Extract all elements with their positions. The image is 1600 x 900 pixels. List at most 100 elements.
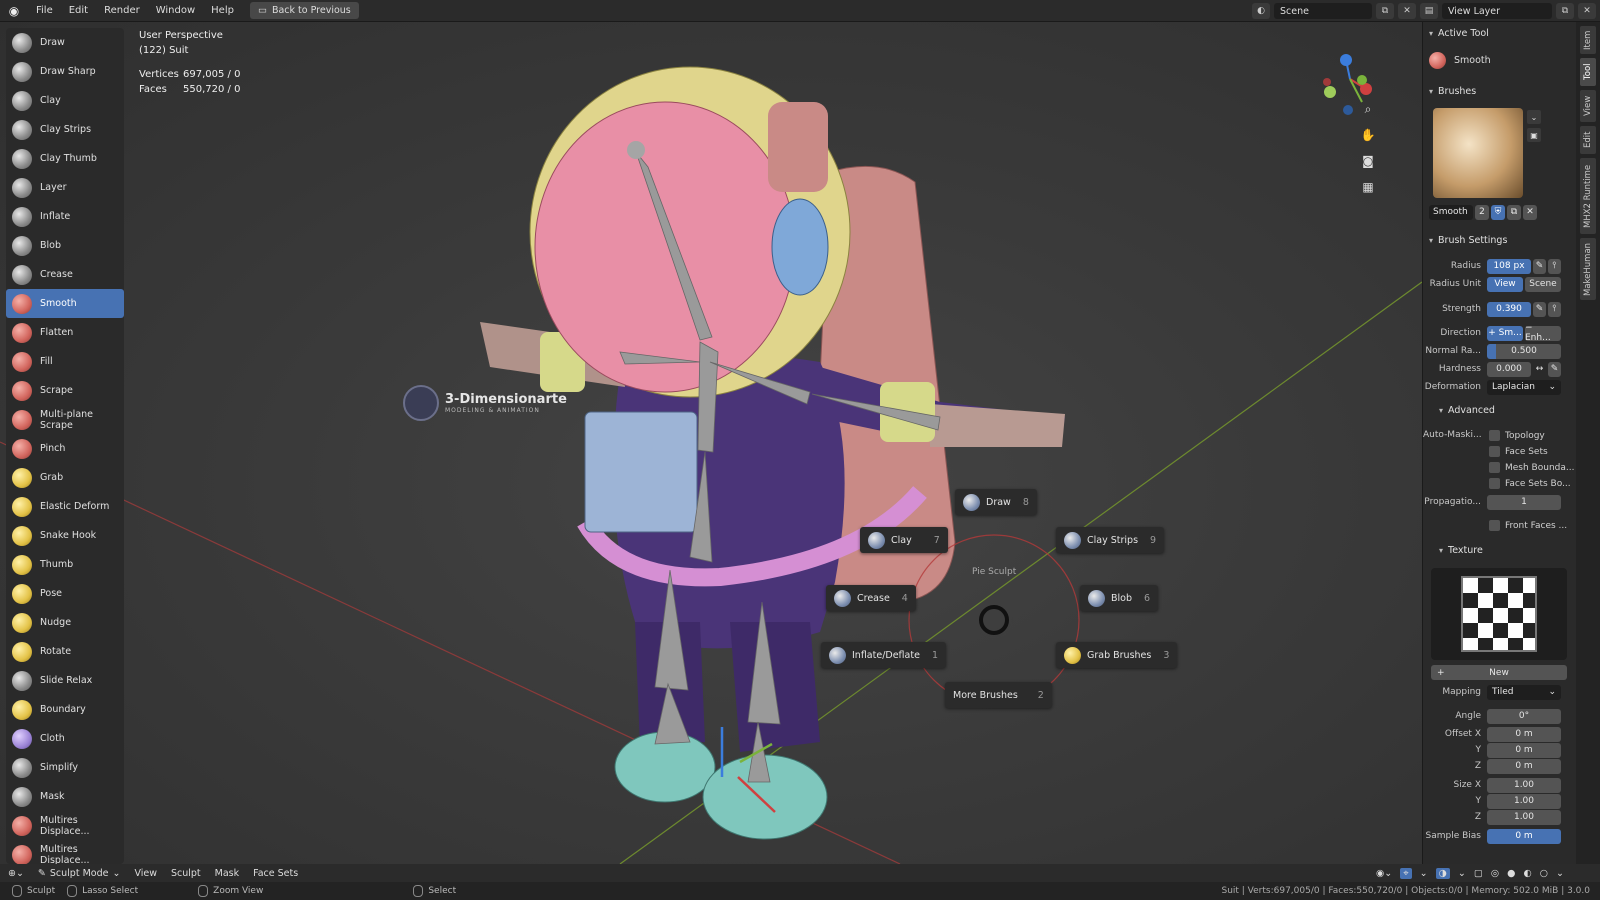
automask-face-sets-boundary-checkbox[interactable]: Face Sets Bo... bbox=[1489, 478, 1571, 489]
menu-window[interactable]: Window bbox=[148, 5, 203, 16]
pan-hand-icon[interactable]: ✋ bbox=[1356, 124, 1380, 146]
pie-item-crease[interactable]: Crease 4 bbox=[826, 585, 916, 611]
scene-name-field[interactable]: Scene bbox=[1274, 3, 1372, 19]
automask-mesh-boundary-checkbox[interactable]: Mesh Bounda... bbox=[1489, 462, 1574, 473]
gizmo-toggle-icon[interactable]: ⌖ bbox=[1400, 867, 1412, 879]
tool-flatten[interactable]: Flatten bbox=[6, 318, 124, 347]
tool-cloth[interactable]: Cloth bbox=[6, 724, 124, 753]
offset-z-field[interactable]: 0 m bbox=[1487, 758, 1561, 774]
pie-item-clay-strips[interactable]: Clay Strips 9 bbox=[1056, 527, 1165, 553]
menu-help[interactable]: Help bbox=[203, 5, 242, 16]
texture-preview[interactable] bbox=[1431, 568, 1567, 660]
header-menu-view[interactable]: View bbox=[134, 868, 157, 879]
tool-crease[interactable]: Crease bbox=[6, 260, 124, 289]
invert-arrows-icon[interactable]: ↔ bbox=[1533, 362, 1546, 377]
tool-boundary[interactable]: Boundary bbox=[6, 695, 124, 724]
brush-settings-header[interactable]: ▾ Brush Settings bbox=[1429, 235, 1507, 246]
size-z-field[interactable]: 1.00 bbox=[1487, 809, 1561, 825]
strength-slider[interactable]: 0.390 bbox=[1487, 301, 1531, 317]
tool-multires-displace[interactable]: Multires Displace... bbox=[6, 840, 124, 864]
menu-edit[interactable]: Edit bbox=[61, 5, 96, 16]
radius-slider[interactable]: 108 px bbox=[1487, 258, 1531, 274]
menu-render[interactable]: Render bbox=[96, 5, 148, 16]
brushes-header[interactable]: ▾ Brushes bbox=[1429, 86, 1476, 97]
direction-smooth-button[interactable]: + Sm... bbox=[1487, 325, 1523, 341]
normal-radius-slider[interactable]: 0.500 bbox=[1487, 343, 1561, 359]
brush-image-icon[interactable]: ▣ bbox=[1527, 128, 1541, 142]
tool-pinch[interactable]: Pinch bbox=[6, 434, 124, 463]
gizmo-dropdown-icon[interactable]: ⌄ bbox=[1420, 868, 1428, 879]
radius-unit-view-button[interactable]: View bbox=[1487, 276, 1523, 292]
tool-mask[interactable]: Mask bbox=[6, 782, 124, 811]
tool-draw[interactable]: Draw bbox=[6, 28, 124, 57]
strength-pressure-icon[interactable]: ✎ bbox=[1533, 301, 1546, 317]
brush-dropdown-icon[interactable]: ⌄ bbox=[1527, 110, 1541, 124]
tool-scrape[interactable]: Scrape bbox=[6, 376, 124, 405]
pie-item-inflate-deflate[interactable]: Inflate/Deflate 1 bbox=[821, 642, 946, 668]
tool-clay-strips[interactable]: Clay Strips bbox=[6, 115, 124, 144]
active-tool-header[interactable]: ▾ Active Tool bbox=[1429, 28, 1489, 39]
back-to-previous-button[interactable]: ▭ Back to Previous bbox=[249, 2, 359, 19]
tab-makehuman[interactable]: MakeHuman bbox=[1580, 238, 1596, 300]
radius-unit-scene-button[interactable]: Scene bbox=[1525, 276, 1561, 292]
view-layer-field[interactable]: View Layer bbox=[1442, 3, 1552, 19]
xray-toggle-icon[interactable]: ▢ bbox=[1474, 868, 1483, 879]
radius-mode-icon[interactable]: ⫯ bbox=[1548, 258, 1561, 274]
offset-y-field[interactable]: 0 m bbox=[1487, 742, 1561, 758]
pie-item-more-brushes[interactable]: More Brushes 2 bbox=[945, 682, 1052, 708]
direction-enhance-button[interactable]: − Enh... bbox=[1525, 323, 1561, 343]
header-menu-mask[interactable]: Mask bbox=[215, 868, 239, 879]
rendered-shading-icon[interactable]: ○ bbox=[1540, 868, 1548, 879]
brush-name-field[interactable]: Smooth bbox=[1429, 204, 1473, 220]
offset-x-field[interactable]: 0 m bbox=[1487, 726, 1561, 742]
tool-blob[interactable]: Blob bbox=[6, 231, 124, 260]
pie-item-blob[interactable]: Blob 6 bbox=[1080, 585, 1159, 611]
wireframe-shading-icon[interactable]: ◎ bbox=[1491, 868, 1499, 879]
hardness-slider[interactable]: 0.000 bbox=[1487, 361, 1531, 377]
mapping-dropdown[interactable]: Tiled ⌄ bbox=[1487, 684, 1561, 700]
unlink-brush-icon[interactable]: ✕ bbox=[1523, 204, 1537, 220]
tool-multi-plane-scrape[interactable]: Multi-plane Scrape bbox=[6, 405, 124, 434]
front-faces-checkbox[interactable]: Front Faces ... bbox=[1489, 520, 1567, 531]
tool-nudge[interactable]: Nudge bbox=[6, 608, 124, 637]
sample-bias-field[interactable]: 0 m bbox=[1487, 828, 1561, 844]
advanced-header[interactable]: ▾ Advanced bbox=[1439, 405, 1495, 416]
editor-type-icon[interactable]: ⊕⌄ bbox=[8, 868, 24, 879]
tool-fill[interactable]: Fill bbox=[6, 347, 124, 376]
tool-layer[interactable]: Layer bbox=[6, 173, 124, 202]
tab-tool[interactable]: Tool bbox=[1580, 58, 1596, 86]
brush-preview-thumbnail[interactable] bbox=[1433, 108, 1523, 198]
header-menu-sculpt[interactable]: Sculpt bbox=[171, 868, 201, 879]
solid-shading-icon[interactable]: ● bbox=[1507, 868, 1515, 879]
tool-draw-sharp[interactable]: Draw Sharp bbox=[6, 57, 124, 86]
tab-mhx2-runtime[interactable]: MHX2 Runtime bbox=[1580, 158, 1596, 234]
tab-edit[interactable]: Edit bbox=[1580, 126, 1596, 154]
new-scene-icon[interactable]: ⧉ bbox=[1376, 3, 1394, 19]
visibility-eye-icon[interactable]: ◉⌄ bbox=[1376, 868, 1392, 879]
tool-snake-hook[interactable]: Snake Hook bbox=[6, 521, 124, 550]
menu-file[interactable]: File bbox=[28, 5, 61, 16]
remove-view-layer-icon[interactable]: ✕ bbox=[1578, 3, 1596, 19]
mode-selector[interactable]: ✎ Sculpt Mode ⌄ bbox=[38, 868, 121, 879]
tool-clay[interactable]: Clay bbox=[6, 86, 124, 115]
pie-item-draw[interactable]: Draw 8 bbox=[955, 489, 1037, 515]
new-view-layer-icon[interactable]: ⧉ bbox=[1556, 3, 1574, 19]
new-texture-button[interactable]: + New bbox=[1431, 665, 1567, 680]
angle-field[interactable]: 0° bbox=[1487, 708, 1561, 724]
strength-mode-icon[interactable]: ⫯ bbox=[1548, 301, 1561, 317]
shading-dropdown-icon[interactable]: ⌄ bbox=[1556, 868, 1564, 879]
tool-inflate[interactable]: Inflate bbox=[6, 202, 124, 231]
texture-header[interactable]: ▾ Texture bbox=[1439, 545, 1483, 556]
tab-view[interactable]: View bbox=[1580, 90, 1596, 122]
size-y-field[interactable]: 1.00 bbox=[1487, 793, 1561, 809]
blender-logo-icon[interactable]: ◉ bbox=[0, 4, 28, 18]
tool-rotate[interactable]: Rotate bbox=[6, 637, 124, 666]
pie-item-clay[interactable]: Clay 7 bbox=[860, 527, 948, 553]
pie-item-grab-brushes[interactable]: Grab Brushes 3 bbox=[1056, 642, 1178, 668]
tool-smooth[interactable]: Smooth bbox=[6, 289, 124, 318]
overlay-dropdown-icon[interactable]: ⌄ bbox=[1458, 868, 1466, 879]
automask-face-sets-checkbox[interactable]: Face Sets bbox=[1489, 446, 1548, 457]
tool-slide-relax[interactable]: Slide Relax bbox=[6, 666, 124, 695]
scene-selector-icon[interactable]: ◐ bbox=[1252, 3, 1270, 19]
size-x-field[interactable]: 1.00 bbox=[1487, 777, 1561, 793]
